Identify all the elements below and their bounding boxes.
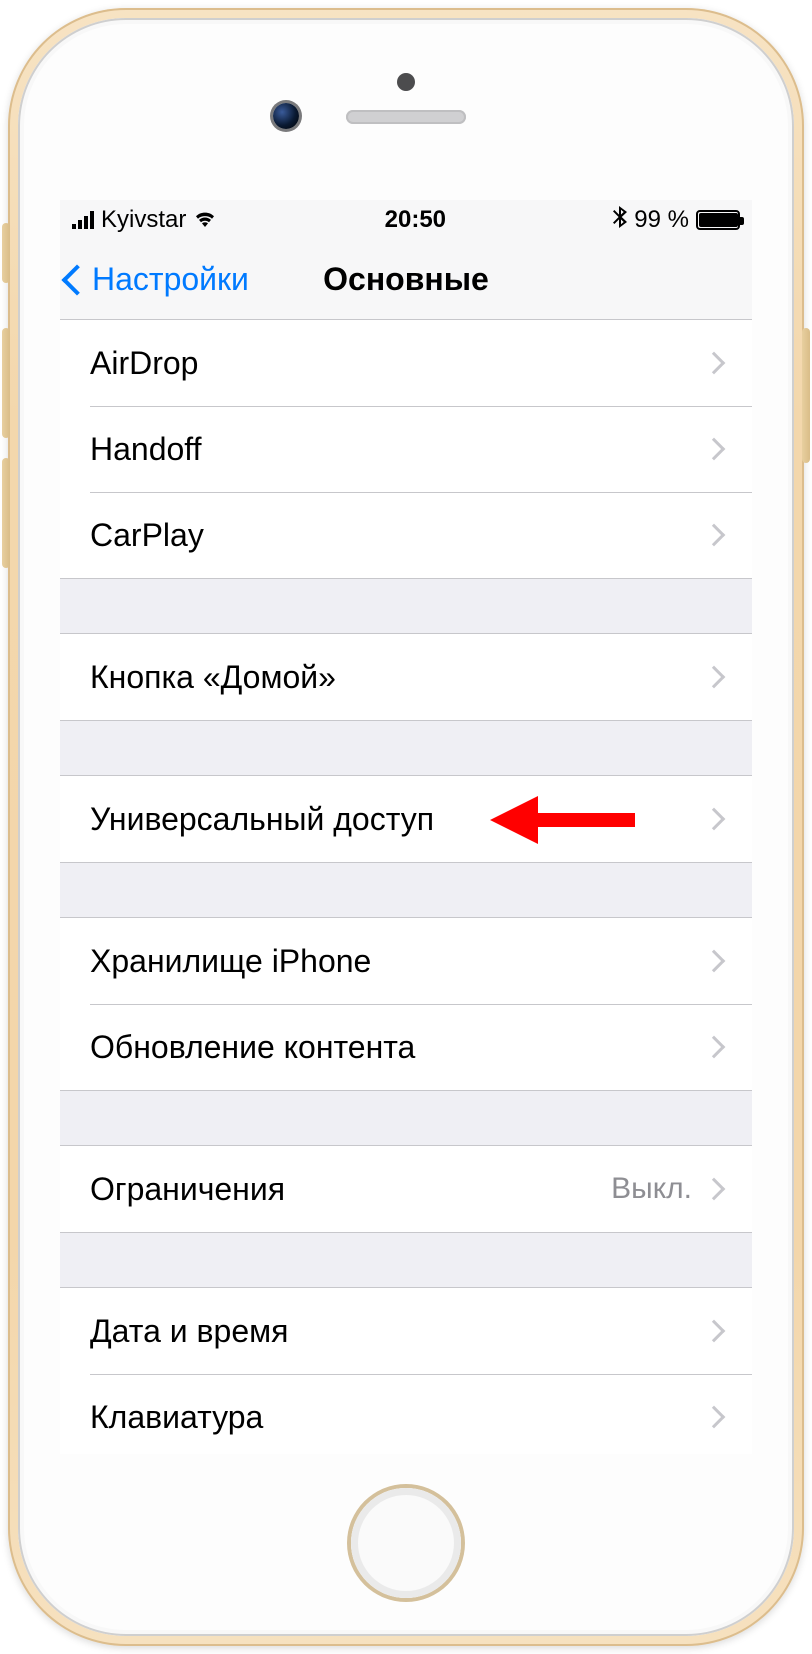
row-background-refresh[interactable]: Обновление контента — [60, 1004, 752, 1090]
chevron-right-icon — [703, 1178, 726, 1201]
settings-group: Ограничения Выкл. — [60, 1145, 752, 1233]
row-keyboard[interactable]: Клавиатура — [60, 1374, 752, 1454]
row-label: Универсальный доступ — [90, 801, 706, 838]
battery-icon — [696, 210, 740, 230]
volume-down-button — [2, 458, 10, 568]
earpiece-speaker — [346, 110, 466, 124]
row-detail: Выкл. — [611, 1172, 692, 1206]
battery-percent-label: 99 % — [634, 206, 689, 234]
home-button[interactable] — [351, 1488, 461, 1598]
row-restrictions[interactable]: Ограничения Выкл. — [60, 1146, 752, 1232]
settings-group: Универсальный доступ — [60, 775, 752, 863]
settings-group: AirDrop Handoff CarPlay — [60, 320, 752, 579]
back-button[interactable]: Настройки — [66, 240, 249, 319]
chevron-right-icon — [703, 950, 726, 973]
chevron-right-icon — [703, 1406, 726, 1429]
bluetooth-icon — [613, 206, 627, 235]
row-date-time[interactable]: Дата и время — [60, 1288, 752, 1374]
row-accessibility[interactable]: Универсальный доступ — [60, 776, 752, 862]
status-bar: Kyivstar 20:50 99 % — [60, 200, 752, 240]
proximity-sensor — [397, 73, 415, 91]
carrier-label: Kyivstar — [101, 206, 186, 234]
settings-group: Дата и время Клавиатура — [60, 1287, 752, 1454]
row-label: Обновление контента — [90, 1029, 706, 1066]
row-label: Дата и время — [90, 1313, 706, 1350]
row-label: Кнопка «Домой» — [90, 659, 706, 696]
iphone-device-frame: Kyivstar 20:50 99 % На — [8, 8, 804, 1646]
navigation-bar: Настройки Основные — [60, 240, 752, 320]
settings-group: Кнопка «Домой» — [60, 633, 752, 721]
settings-group: Хранилище iPhone Обновление контента — [60, 917, 752, 1091]
row-label: Handoff — [90, 431, 706, 468]
clock-label: 20:50 — [385, 206, 446, 234]
mute-switch — [2, 223, 10, 283]
chevron-right-icon — [703, 1036, 726, 1059]
wifi-icon — [193, 206, 217, 234]
power-button — [802, 328, 810, 463]
page-title: Основные — [323, 261, 489, 298]
back-label: Настройки — [92, 261, 249, 298]
row-label: CarPlay — [90, 517, 706, 554]
row-home-button[interactable]: Кнопка «Домой» — [60, 634, 752, 720]
chevron-right-icon — [703, 808, 726, 831]
row-label: Клавиатура — [90, 1399, 706, 1436]
chevron-right-icon — [703, 666, 726, 689]
front-camera — [273, 103, 299, 129]
volume-up-button — [2, 328, 10, 438]
row-label: Ограничения — [90, 1171, 611, 1208]
row-airdrop[interactable]: AirDrop — [60, 320, 752, 406]
row-label: AirDrop — [90, 345, 706, 382]
screen: Kyivstar 20:50 99 % На — [60, 200, 752, 1454]
row-label: Хранилище iPhone — [90, 943, 706, 980]
settings-list[interactable]: AirDrop Handoff CarPlay Кнопка «Домой» — [60, 320, 752, 1454]
chevron-right-icon — [703, 352, 726, 375]
chevron-right-icon — [703, 524, 726, 547]
row-carplay[interactable]: CarPlay — [60, 492, 752, 578]
row-handoff[interactable]: Handoff — [60, 406, 752, 492]
chevron-right-icon — [703, 1320, 726, 1343]
device-bezel: Kyivstar 20:50 99 % На — [18, 18, 794, 1636]
chevron-right-icon — [703, 438, 726, 461]
chevron-left-icon — [61, 264, 92, 295]
row-iphone-storage[interactable]: Хранилище iPhone — [60, 918, 752, 1004]
cellular-signal-icon — [72, 211, 94, 229]
